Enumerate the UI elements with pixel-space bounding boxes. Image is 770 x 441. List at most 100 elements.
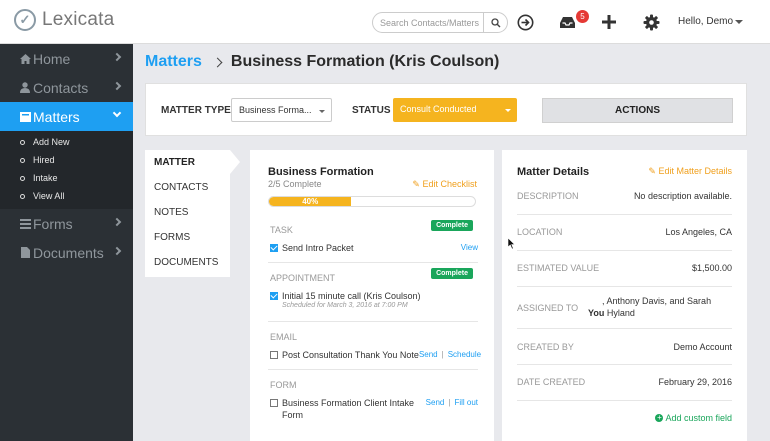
checkbox-checked[interactable] [270, 244, 278, 252]
fill-out-link[interactable]: Fill out [454, 398, 478, 421]
tab-contacts[interactable]: CONTACTS [145, 175, 230, 200]
link-separator: | [448, 398, 451, 407]
edit-checklist-label: Edit Checklist [422, 179, 477, 189]
send-link[interactable]: Send [426, 398, 445, 421]
checkbox-unchecked[interactable] [270, 351, 278, 359]
matters-submenu: Add New Hired Intake View All [0, 131, 133, 209]
divider [268, 369, 478, 370]
page-title: Business Formation (Kris Coulson) [230, 53, 500, 70]
progress-fill: 40% [269, 197, 352, 206]
checkbox-unchecked[interactable] [270, 399, 278, 407]
checklist-card: Business Formation 2/5 Complete ✎ Edit C… [250, 150, 494, 441]
detail-row-estimated-value: ESTIMATED VALUE $1,500.00 [517, 251, 732, 287]
checkbox-checked[interactable] [270, 292, 278, 300]
checklist-count: 2/5 Complete [268, 179, 322, 189]
edit-matter-details-link[interactable]: ✎ Edit Matter Details [648, 166, 732, 177]
matter-type-select[interactable]: Business Forma... [231, 98, 332, 122]
schedule-link[interactable]: Schedule [448, 350, 481, 360]
bullet-icon [20, 193, 25, 199]
plus-icon [602, 15, 616, 29]
assignees-line1: , Anthony Davis, and Sarah [602, 296, 712, 306]
assignees-line2: Hyland [606, 308, 635, 318]
submenu-item-label: Add New [33, 137, 70, 147]
detail-label: DESCRIPTION [517, 191, 579, 201]
status-select[interactable]: Consult Conducted [393, 98, 517, 122]
user-icon [19, 82, 31, 94]
inbox-button[interactable] [558, 13, 576, 31]
notification-badge: 5 [576, 10, 589, 23]
logo-check-icon: ✓ [14, 9, 36, 31]
complete-badge: Complete [431, 268, 473, 279]
active-tab-pointer [230, 150, 240, 174]
link-separator: | [441, 350, 444, 359]
checklist-item-label: Send Intro Packet [282, 243, 354, 253]
breadcrumb-matters-link[interactable]: Matters [145, 53, 202, 71]
search-icon [490, 17, 500, 27]
sidebar: Home Contacts Matters Add New Hired Inta… [0, 44, 133, 441]
list-icon [19, 218, 31, 230]
view-link[interactable]: View [461, 243, 478, 253]
send-link[interactable]: Send [419, 350, 438, 360]
checklist-item: Business Formation Client Intake Form Se… [270, 398, 478, 421]
sidebar-item-documents[interactable]: Documents [0, 238, 133, 267]
submenu-item-hired[interactable]: Hired [0, 151, 133, 169]
chevron-right-icon [112, 217, 122, 227]
sidebar-item-matters[interactable]: Matters [0, 102, 133, 131]
edit-checklist-link[interactable]: ✎ Edit Checklist [412, 179, 477, 190]
detail-row-location: LOCATION Los Angeles, CA [517, 215, 732, 251]
checklist-item: Post Consultation Thank You Note Send | … [270, 350, 481, 360]
submenu-item-add-new[interactable]: Add New [0, 133, 133, 151]
tab-documents[interactable]: DOCUMENTS [145, 250, 230, 275]
detail-value: $1,500.00 [691, 263, 732, 273]
sidebar-item-contacts[interactable]: Contacts [0, 73, 133, 102]
detail-value: , Anthony Davis, and Sarah You Hyland [588, 295, 732, 319]
add-custom-field-link[interactable]: + Add custom field [655, 413, 732, 423]
edit-icon: ✎ [412, 179, 420, 189]
go-arrow-button[interactable] [516, 13, 534, 31]
detail-row-date-created: DATE CREATED February 29, 2016 [517, 365, 732, 401]
top-bar: ✓ Lexicata 5 Hello, Demo [0, 0, 770, 44]
detail-label: DATE CREATED [517, 377, 586, 387]
tab-matter[interactable]: MATTER [145, 150, 230, 175]
sidebar-item-home[interactable]: Home [0, 44, 133, 73]
detail-value: Los Angeles, CA [665, 227, 732, 237]
checklist-section-email: EMAIL Post Consultation Thank You Note S… [270, 332, 481, 360]
matter-type-label: MATTER TYPE [161, 105, 231, 116]
checklist-item: Send Intro Packet View [270, 243, 478, 253]
chevron-right-icon [112, 81, 122, 91]
mouse-cursor-icon [508, 238, 516, 250]
breadcrumb: Matters Business Formation (Kris Coulson… [145, 53, 499, 71]
edit-icon: ✎ [648, 166, 656, 176]
divider [268, 321, 478, 322]
detail-value: Demo Account [673, 342, 732, 352]
bullet-icon [20, 139, 25, 145]
sidebar-item-label: Contacts [33, 79, 89, 96]
detail-row-assigned-to: ASSIGNED TO , Anthony Davis, and Sarah Y… [517, 287, 732, 329]
user-menu[interactable]: Hello, Demo [678, 16, 733, 27]
add-button[interactable] [600, 13, 618, 31]
caret-down-icon[interactable] [735, 20, 743, 24]
plus-circle-icon: + [655, 413, 664, 422]
submenu-item-view-all[interactable]: View All [0, 187, 133, 205]
scheduled-note: Scheduled for March 3, 2016 at 7:00 PM [282, 302, 408, 309]
tab-notes[interactable]: NOTES [145, 200, 230, 225]
search-input[interactable] [380, 17, 486, 28]
status-label: STATUS [352, 105, 391, 116]
status-value: Consult Conducted [400, 104, 477, 114]
chevron-right-icon [212, 57, 223, 67]
sidebar-item-forms[interactable]: Forms [0, 209, 133, 238]
sidebar-item-label: Documents [33, 244, 104, 261]
gear-icon [643, 14, 659, 30]
search-button[interactable] [483, 13, 507, 32]
checklist-item: Initial 15 minute call (Kris Coulson) [270, 291, 478, 301]
section-label: FORM [270, 380, 297, 390]
submenu-item-intake[interactable]: Intake [0, 169, 133, 187]
search-box [372, 12, 508, 33]
actions-button[interactable]: ACTIONS [542, 98, 733, 123]
add-custom-field-label: Add custom field [665, 413, 732, 423]
checklist-title: Business Formation [268, 166, 374, 178]
matter-tabs: MATTER CONTACTS NOTES FORMS DOCUMENTS [145, 150, 230, 277]
app-logo[interactable]: ✓ Lexicata [14, 9, 114, 31]
tab-forms[interactable]: FORMS [145, 225, 230, 250]
settings-button[interactable] [642, 13, 660, 31]
